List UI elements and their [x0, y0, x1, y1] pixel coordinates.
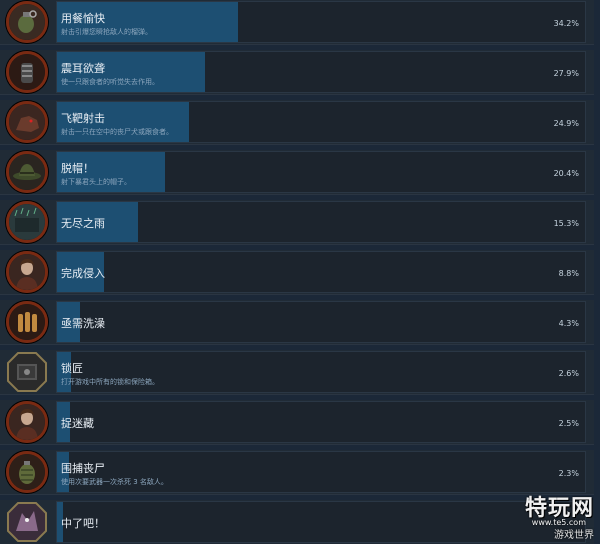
flash-grenade-icon [6, 51, 48, 93]
achievement-progress-bar: 围捕丧尸使用次要武器一次杀死 3 名敌人。 2.3% [56, 451, 586, 493]
achievement-description: 打开游戏中所有的锁和保险箱。 [61, 378, 159, 386]
grenade-icon [6, 451, 48, 493]
achievement-name: 捉迷藏 [61, 417, 94, 430]
achievement-description: 射下暴君头上的帽子。 [61, 178, 131, 186]
achievement-row[interactable]: 亟需洗澡 4.3% [0, 300, 594, 345]
achievement-percentage: 20.4% [553, 169, 579, 178]
achievement-percentage: 15.3% [553, 219, 579, 228]
achievement-row[interactable]: 无尽之雨 15.3% [0, 200, 594, 245]
achievement-icon-frame [6, 51, 48, 93]
hand-grenade-icon [6, 1, 48, 43]
achievement-progress-bar: 完成侵入 8.8% [56, 251, 586, 293]
achievement-icon-frame [6, 251, 48, 293]
achievement-icon-frame [6, 301, 48, 343]
achievement-progress-bar: 脱帽！ 射下暴君头上的帽子。 20.4% [56, 151, 586, 193]
achievement-name: 围捕丧尸 [61, 462, 105, 475]
achievement-progress-bar: 用餐愉快射击引爆您瞬抢敌人的榴弹。 34.2% [56, 1, 586, 43]
character-portrait-icon [6, 251, 48, 293]
achievement-icon-frame [6, 101, 48, 143]
safe-icon [6, 351, 48, 393]
achievement-list: 用餐愉快射击引爆您瞬抢敌人的榴弹。 34.2% 震耳欲聋使一只跟食者的听觉失去作用。… [0, 0, 600, 544]
achievement-row[interactable]: 锁匠打开游戏中所有的锁和保险箱。 2.6% [0, 350, 594, 395]
achievement-progress-bar: 中了吧！ [56, 501, 586, 543]
achievement-name: 用餐愉快 [61, 12, 105, 25]
achievement-description: 使一只跟食者的听觉失去作用。 [61, 78, 159, 86]
achievement-row[interactable]: 围捕丧尸使用次要武器一次杀死 3 名敌人。 2.3% [0, 450, 594, 495]
achievement-icon-frame [6, 351, 48, 393]
achievement-name: 震耳欲聋 [61, 62, 105, 75]
bottles-icon [6, 301, 48, 343]
achievement-percentage: 34.2% [553, 19, 579, 28]
achievement-row[interactable]: 捉迷藏 2.5% [0, 400, 594, 445]
achievement-progress-bar: 捉迷藏 2.5% [56, 401, 586, 443]
zombie-dog-icon [6, 101, 48, 143]
achievement-row[interactable]: 完成侵入 8.8% [0, 250, 594, 295]
achievement-percentage: 2.6% [558, 369, 579, 378]
hat-icon [6, 151, 48, 193]
achievement-name: 锁匠 [61, 362, 83, 375]
character-portrait-icon [6, 401, 48, 443]
achievement-row[interactable]: 飞靶射击射击一只在空中的丧尸犬或跟食者。 24.9% [0, 100, 594, 145]
achievement-progress-bar: 亟需洗澡 4.3% [56, 301, 586, 343]
achievement-icon-frame [6, 451, 48, 493]
achievement-progress-bar: 飞靶射击射击一只在空中的丧尸犬或跟食者。 24.9% [56, 101, 586, 143]
achievement-description: 使用次要武器一次杀死 3 名敌人。 [61, 478, 168, 486]
achievement-icon-frame [6, 151, 48, 193]
achievement-icon-frame [6, 1, 48, 43]
achievement-progress-bar: 锁匠打开游戏中所有的锁和保险箱。 2.6% [56, 351, 586, 393]
achievement-name: 无尽之雨 [61, 217, 105, 230]
achievement-row[interactable]: 脱帽！ 射下暴君头上的帽子。 20.4% [0, 150, 594, 195]
achievement-percentage: 8.8% [558, 269, 579, 278]
achievement-icon-frame [6, 501, 48, 543]
achievement-progress-bar: 震耳欲聋使一只跟食者的听觉失去作用。 27.9% [56, 51, 586, 93]
monster-icon [6, 501, 48, 543]
achievement-name: 完成侵入 [61, 267, 105, 280]
achievement-progress-bar: 无尽之雨 15.3% [56, 201, 586, 243]
rain-scene-icon [6, 201, 48, 243]
achievement-percentage: 27.9% [553, 69, 579, 78]
achievement-percentage: 2.3% [558, 469, 579, 478]
achievement-name: 中了吧！ [61, 517, 105, 530]
achievement-icon-frame [6, 401, 48, 443]
achievement-name: 脱帽！ [61, 162, 94, 175]
achievement-row[interactable]: 用餐愉快射击引爆您瞬抢敌人的榴弹。 34.2% [0, 0, 594, 45]
achievement-name: 亟需洗澡 [61, 317, 105, 330]
achievement-row[interactable]: 中了吧！ [0, 500, 594, 544]
achievement-percentage: 24.9% [553, 119, 579, 128]
achievement-name: 飞靶射击 [61, 112, 105, 125]
achievement-description: 射击一只在空中的丧尸犬或跟食者。 [61, 128, 173, 136]
achievement-description: 射击引爆您瞬抢敌人的榴弹。 [61, 28, 152, 36]
achievement-row[interactable]: 震耳欲聋使一只跟食者的听觉失去作用。 27.9% [0, 50, 594, 95]
achievement-percentage: 4.3% [558, 319, 579, 328]
achievement-percentage: 2.5% [558, 419, 579, 428]
achievement-icon-frame [6, 201, 48, 243]
